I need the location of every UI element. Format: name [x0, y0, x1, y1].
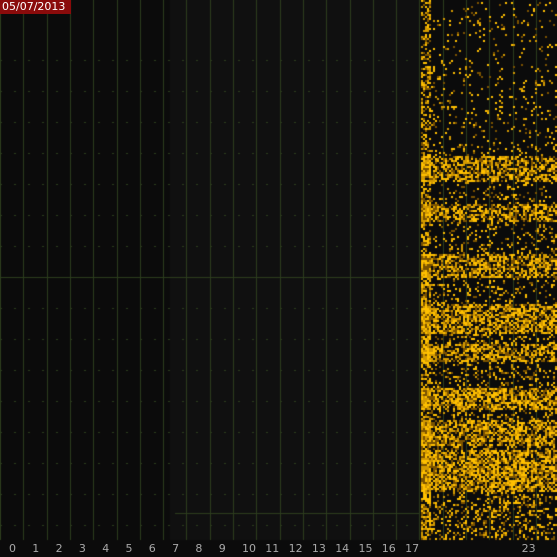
hour-label: 17 [405, 542, 420, 555]
hour-label: 13 [311, 542, 326, 555]
hour-label: 1 [32, 542, 40, 555]
hour-label: 3 [78, 542, 86, 555]
date-badge: 05/07/2013 [0, 0, 71, 14]
hour-label: 7 [172, 542, 180, 555]
hour-label: 12 [288, 542, 303, 555]
hour-label: 0 [9, 542, 16, 555]
hour-label: 16 [381, 542, 396, 555]
hour-axis: 0 1 2 3 4 5 6 7 8 9 10 11 12 13 14 15 16 17 23 [0, 540, 557, 557]
hour-label: 6 [148, 542, 156, 555]
hour-label: 5 [125, 542, 133, 555]
hour-label: 11 [265, 542, 280, 555]
hour-label: 9 [218, 542, 226, 555]
hour-label: 15 [358, 542, 373, 555]
hour-label: 4 [102, 542, 110, 555]
hour-label: 8 [195, 542, 203, 555]
hour-label: 14 [335, 542, 350, 555]
hour-label: 10 [242, 542, 256, 555]
hour-label: 23 [521, 542, 536, 555]
spectrogram-canvas[interactable] [0, 0, 557, 557]
hour-label: 2 [55, 542, 63, 555]
